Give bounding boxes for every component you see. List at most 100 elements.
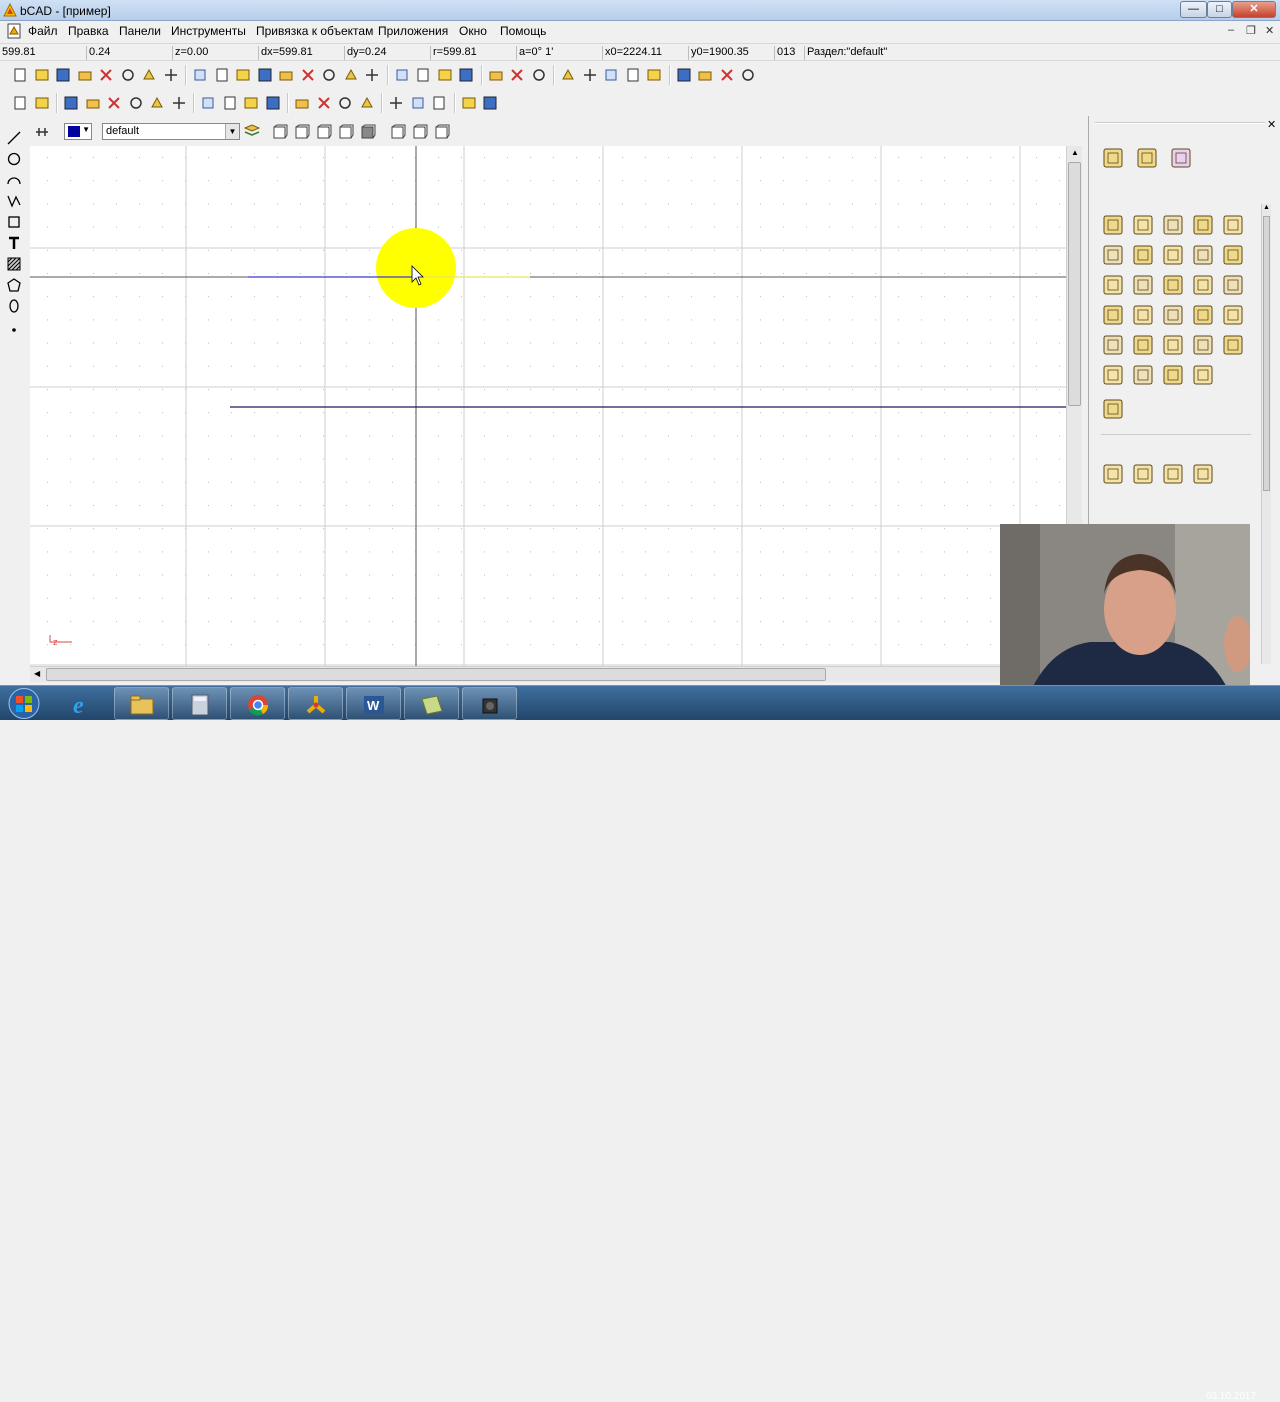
sheet-icon[interactable] xyxy=(1161,273,1185,297)
drawing-area[interactable]: z xyxy=(30,146,1066,666)
hatch-pattern-icon[interactable] xyxy=(434,124,450,140)
scroll-left-icon[interactable]: ◀ xyxy=(34,669,40,678)
taskbar-word[interactable]: W xyxy=(346,687,401,720)
block1-icon[interactable] xyxy=(488,67,504,83)
grid-icon[interactable] xyxy=(388,95,404,111)
open-icon[interactable] xyxy=(77,67,93,83)
paste-icon[interactable] xyxy=(300,67,316,83)
pen3-icon[interactable] xyxy=(482,95,498,111)
menu-apps[interactable]: Приложения xyxy=(378,24,448,38)
transform-icon[interactable] xyxy=(235,67,251,83)
brush-icon[interactable] xyxy=(1161,333,1185,357)
point-icon[interactable] xyxy=(740,67,756,83)
polygon-tool-icon[interactable] xyxy=(6,277,22,293)
taskbar-calculator[interactable] xyxy=(172,687,227,720)
pen2-icon[interactable] xyxy=(461,95,477,111)
view-wire-icon[interactable] xyxy=(390,124,406,140)
taskbar-chrome[interactable] xyxy=(230,687,285,720)
arc2-icon[interactable] xyxy=(676,67,692,83)
snap1-icon[interactable] xyxy=(394,67,410,83)
arc-snap-icon[interactable] xyxy=(646,67,662,83)
corner-icon[interactable] xyxy=(410,95,426,111)
polyline-tool-icon[interactable] xyxy=(6,193,22,209)
start-orb-icon[interactable] xyxy=(6,687,42,720)
menu-panels[interactable]: Панели xyxy=(119,24,161,38)
frame-icon[interactable] xyxy=(1221,243,1245,267)
tools-icon[interactable] xyxy=(1131,243,1155,267)
view-iso-icon[interactable] xyxy=(338,124,354,140)
circle-tool-icon[interactable] xyxy=(6,151,22,167)
report-icon[interactable] xyxy=(1101,303,1125,327)
hatch-tool-icon[interactable] xyxy=(6,256,22,272)
horizontal-scroll-thumb[interactable] xyxy=(46,668,826,681)
view5-icon[interactable] xyxy=(149,95,165,111)
panel-scrollbar[interactable]: ▲ xyxy=(1261,204,1271,664)
new2-icon[interactable] xyxy=(34,67,50,83)
sun-icon[interactable] xyxy=(316,95,332,111)
view-front-icon[interactable] xyxy=(272,124,288,140)
redo-icon[interactable] xyxy=(364,67,380,83)
corner-icon[interactable] xyxy=(1161,213,1185,237)
menu-edit[interactable]: Правка xyxy=(68,24,109,38)
menu-file[interactable]: Файл xyxy=(28,24,58,38)
close-button[interactable]: ✕ xyxy=(1232,1,1276,18)
price-icon[interactable] xyxy=(1191,273,1215,297)
drawer-icon[interactable] xyxy=(1161,243,1185,267)
layer-properties-icon[interactable] xyxy=(34,124,50,140)
vertical-scroll-thumb[interactable] xyxy=(1068,162,1081,406)
scroll-up-icon[interactable]: ▲ xyxy=(1263,204,1270,211)
view2-icon[interactable] xyxy=(85,95,101,111)
furniture-designer-icon[interactable] xyxy=(1101,146,1125,170)
furniture-icon[interactable] xyxy=(1101,333,1125,357)
mdi-minimize-button[interactable]: – xyxy=(1228,24,1234,36)
print-icon[interactable] xyxy=(163,67,179,83)
select-icon[interactable] xyxy=(192,67,208,83)
spreadsheet-icon[interactable] xyxy=(1221,273,1245,297)
align-right-icon[interactable] xyxy=(1161,462,1185,486)
copy-icon[interactable] xyxy=(278,67,294,83)
taskbar-camera[interactable] xyxy=(462,687,517,720)
layers-manager-icon[interactable] xyxy=(244,123,260,139)
view-shade-icon[interactable] xyxy=(360,124,376,140)
erase-icon[interactable] xyxy=(257,67,273,83)
view4-icon[interactable] xyxy=(128,95,144,111)
arrow-icon[interactable] xyxy=(1221,303,1245,327)
cylinder-icon[interactable] xyxy=(1191,213,1215,237)
delete-panel-icon[interactable] xyxy=(1131,333,1155,357)
taskbar-explorer[interactable] xyxy=(114,687,169,720)
dxf-export-icon[interactable] xyxy=(1131,363,1155,387)
text-tool-icon[interactable] xyxy=(6,235,22,251)
undo-icon[interactable] xyxy=(343,67,359,83)
scroll-up-icon[interactable]: ▲ xyxy=(1071,148,1079,157)
drawing-canvas[interactable]: z xyxy=(30,146,1066,666)
circle2-icon[interactable] xyxy=(719,67,735,83)
taskbar-notepad[interactable] xyxy=(404,687,459,720)
arc-tool-icon[interactable] xyxy=(6,172,22,188)
save-icon[interactable] xyxy=(98,67,114,83)
panel-scroll-thumb[interactable] xyxy=(1263,216,1270,491)
align-left-icon[interactable] xyxy=(1101,462,1125,486)
align-center-icon[interactable] xyxy=(1131,462,1155,486)
copy-icon[interactable] xyxy=(1161,363,1185,387)
block3-icon[interactable] xyxy=(531,67,547,83)
cut-icon[interactable] xyxy=(1191,303,1215,327)
taskbar-ie[interactable]: e xyxy=(56,687,111,720)
line-tool-icon[interactable] xyxy=(6,130,22,146)
k-icon[interactable] xyxy=(1221,333,1245,357)
snap2-icon[interactable] xyxy=(415,67,431,83)
table-icon[interactable] xyxy=(431,95,447,111)
fittings-icon[interactable] xyxy=(1161,303,1185,327)
hinge-icon[interactable] xyxy=(1101,243,1125,267)
layer-select[interactable]: default ▼ xyxy=(102,123,240,140)
zoom-out-icon[interactable] xyxy=(34,95,50,111)
move-icon[interactable] xyxy=(222,95,238,111)
panel-close-icon[interactable]: ✕ xyxy=(1267,118,1276,131)
block2-icon[interactable] xyxy=(509,67,525,83)
image-icon[interactable] xyxy=(55,67,71,83)
drawing-editor-icon[interactable] xyxy=(1135,146,1159,170)
mid-icon[interactable] xyxy=(603,67,619,83)
menu-help[interactable]: Помощь xyxy=(500,24,546,38)
align-end-icon[interactable] xyxy=(1191,462,1215,486)
layers-icon[interactable] xyxy=(200,95,216,111)
box-icon[interactable] xyxy=(1131,213,1155,237)
